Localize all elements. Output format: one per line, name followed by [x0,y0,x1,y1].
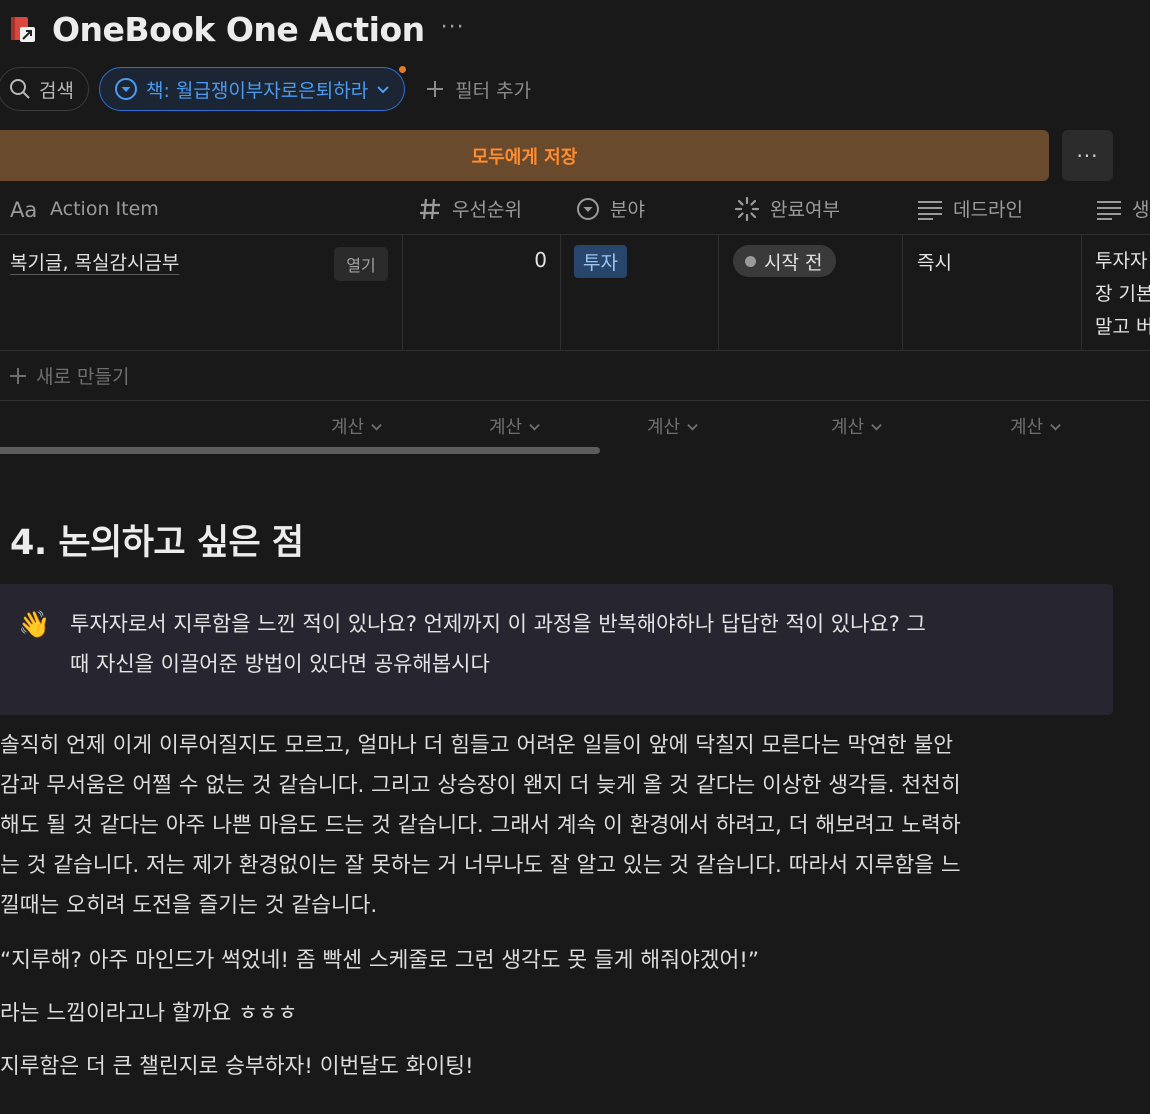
callout-line: 투자자로서 지루함을 느낀 적이 있나요? 언제까지 이 과정을 반복해야하나 … [70,612,926,636]
add-filter-button[interactable]: 필터 추가 [425,76,531,103]
calc-label: 계산 [331,417,365,438]
text-paragraph: 라는 느낌이라고나 할까요 ㅎㅎㅎ [0,1001,298,1026]
table-row: 복기글, 목실감시금부 열기 0 투자 시작 전 즉시 투자자 장 기본 말고 … [0,235,1150,351]
active-filter-label: 책: 월급쟁이부자로은퇴하라 [145,79,369,102]
extra-line: 장 기본 [1095,283,1150,305]
text-lines-icon [1097,200,1121,220]
column-header-action-item[interactable]: Aa Action Item [10,182,159,235]
status-dot [745,255,756,267]
priority-value: 0 [534,248,547,272]
notion-page: OneBook One Action ··· 검색 책: 월급쟁이부자로은퇴하라 [0,0,1150,1114]
book-icon[interactable] [8,12,42,46]
plus-icon [427,81,444,97]
calc-label: 계산 [1010,417,1044,438]
plus-icon [10,367,26,384]
calc-status[interactable]: 계산 [647,413,699,439]
search-button[interactable]: 검색 [0,67,89,111]
page-title[interactable]: OneBook One Action [52,10,425,49]
column-label: 분야 [610,199,645,221]
section-heading: 4. 논의하고 싶은 점 [10,523,304,563]
extra-line: 말고 버 [1095,316,1150,338]
chevron-down-icon [871,423,882,431]
column-label: Action Item [50,197,159,220]
filter-bar: 검색 책: 월급쟁이부자로은퇴하라 필터 추가 [0,64,531,112]
calculation-row: 계산 계산 계산 계산 계산 [0,401,1150,453]
select-chevron-icon [114,78,137,100]
add-filter-label: 필터 추가 [455,79,532,102]
column-header-extra[interactable]: 생 [1096,182,1149,235]
calc-label: 계산 [489,417,523,438]
text-paragraph: 지루함은 더 큰 챌린지로 승부하자! 이번달도 화이팅! [0,1054,474,1079]
chevron-down-icon [1050,423,1061,431]
new-row-button[interactable]: 새로 만들기 [0,351,1150,401]
calc-field[interactable]: 계산 [489,413,541,439]
waving-hand-icon[interactable]: 👋 [18,610,50,640]
field-tag: 투자 [574,245,627,278]
callout-block: 👋 투자자로서 지루함을 느낀 적이 있나요? 언제까지 이 과정을 반복해야하… [0,584,1113,715]
chevron-down-icon [377,86,389,94]
calc-priority[interactable]: 계산 [331,413,383,439]
filter-modified-dot [397,64,409,75]
paragraph-line: 감과 무서움은 어쩔 수 없는 것 같습니다. 그리고 상승장이 왠지 더 늦게… [0,773,961,798]
deadline-value: 즉시 [917,252,952,274]
page-title-row: OneBook One Action ··· [8,8,465,50]
cell-priority[interactable]: 0 [403,235,561,351]
open-button[interactable]: 열기 [334,247,388,281]
save-for-everyone-button[interactable]: 모두에게 저장 [0,130,1049,181]
answer-paragraph: 솔직히 언제 이게 이루어질지도 모르고, 얼마나 더 힘들고 어려운 일들이 … [0,726,1140,926]
cell-field[interactable]: 투자 [561,235,719,351]
extra-line: 투자자 [1095,250,1148,272]
paragraph-line: 해도 될 것 같다는 아주 나쁜 마음도 드는 것 같습니다. 그래서 계속 이… [0,813,961,838]
search-icon [10,79,30,99]
new-row-label: 새로 만들기 [36,366,130,388]
column-label: 생 [1132,199,1150,221]
horizontal-scrollbar[interactable] [0,447,600,454]
paragraph-line: 는 것 같습니다. 저는 제가 환경없이는 잘 못하는 거 너무나도 잘 알고 … [0,853,961,878]
calc-extra[interactable]: 계산 [1010,413,1062,439]
database-table: Aa Action Item 우선순위 분야 완료여부 데드라인 생 복기글, … [0,182,1150,453]
column-header-priority[interactable]: 우선순위 [418,182,522,235]
cell-extra[interactable]: 투자자 장 기본 말고 버 [1082,235,1150,351]
table-header: Aa Action Item 우선순위 분야 완료여부 데드라인 생 [0,182,1150,235]
status-badge: 시작 전 [733,245,837,277]
quote-paragraph: “지루해? 아주 마인드가 썩었네! 좀 빡센 스케줄로 그런 생각도 못 들게… [0,948,760,973]
chevron-down-icon [529,423,540,431]
chevron-down-icon [687,423,698,431]
calc-deadline[interactable]: 계산 [831,413,883,439]
page-more-button[interactable]: ··· [441,15,465,40]
calc-label: 계산 [831,417,865,438]
callout-text: 투자자로서 지루함을 느낀 적이 있나요? 언제까지 이 과정을 반복해야하나 … [70,604,1095,684]
text-lines-icon [918,200,942,220]
row-title[interactable]: 복기글, 목실감시금부 [10,248,179,275]
view-more-button[interactable]: ··· [1062,130,1113,181]
column-label: 완료여부 [770,199,840,221]
status-spinner-icon [734,196,760,221]
save-bar-label: 모두에게 저장 [471,146,578,168]
column-label: 데드라인 [953,199,1023,221]
select-chevron-icon [577,197,599,220]
calc-label: 계산 [647,417,681,438]
column-header-field[interactable]: 분야 [576,182,645,235]
chevron-down-icon [371,423,382,431]
callout-line: 때 자신을 이끌어준 방법이 있다면 공유해봅시다 [70,652,490,676]
search-label: 검색 [39,79,74,102]
extra-value: 투자자 장 기본 말고 버 [1095,245,1150,344]
column-header-deadline[interactable]: 데드라인 [917,182,1023,235]
status-label: 시작 전 [764,251,823,274]
column-label: 우선순위 [452,199,522,221]
cell-deadline[interactable]: 즉시 [903,235,1082,351]
cell-action-item[interactable]: 복기글, 목실감시금부 열기 [0,235,403,351]
active-filter-chip[interactable]: 책: 월급쟁이부자로은퇴하라 [98,64,409,111]
number-hash-icon [420,198,440,219]
column-header-status[interactable]: 완료여부 [734,182,840,235]
svg-text:Aa: Aa [10,198,37,220]
paragraph-line: 솔직히 언제 이게 이루어질지도 모르고, 얼마나 더 힘들고 어려운 일들이 … [0,733,954,758]
cell-status[interactable]: 시작 전 [719,235,903,351]
title-aa-icon: Aa [10,198,37,220]
paragraph-line: 낄때는 오히려 도전을 즐기는 것 같습니다. [0,893,378,918]
